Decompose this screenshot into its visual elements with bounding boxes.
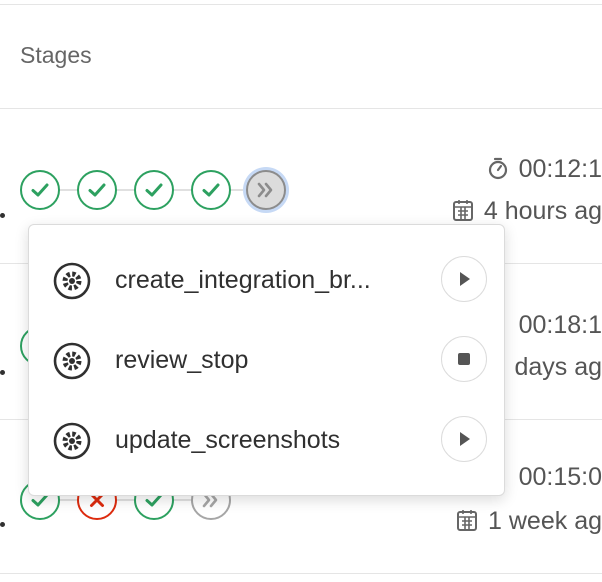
finished-ago-text: 4 hours ag [483,197,602,225]
stop-job-button[interactable] [441,336,487,382]
gear-icon [53,342,91,380]
stage-jobs-dropdown: create_integration_br... review_stop upd… [28,224,505,496]
row-bullet [0,213,5,218]
pipeline-duration: 00:15:0 [519,463,602,492]
job-name: update_screenshots [115,426,341,454]
row-bullet [0,370,5,375]
dropdown-job-item[interactable]: update_screenshots [29,411,504,471]
job-name: review_stop [115,346,249,374]
dropdown-job-item[interactable]: review_stop [29,331,504,391]
finished-ago-text: days ag [514,353,602,381]
duration-text: 00:15:0 [518,463,602,491]
row-bullet [0,522,5,527]
stage-success-icon[interactable] [20,170,60,210]
gear-icon [53,262,91,300]
pipeline-finished-ago: 1 week ag [456,507,602,539]
play-icon [460,432,470,446]
play-icon [460,272,470,286]
table-top-border [0,4,602,5]
header-bottom-border [0,108,602,109]
gear-icon [53,422,91,460]
stage-connector [40,499,210,501]
play-job-button[interactable] [441,256,487,302]
double-chevron-right-icon [257,182,273,198]
dropdown-job-item[interactable]: create_integration_br... [29,251,504,311]
duration-text: 00:12:1 [518,155,602,183]
job-name: create_integration_br... [115,266,371,294]
finished-ago-text: 1 week ag [488,507,602,535]
pipeline-duration: 00:12:1 [487,155,602,187]
pipeline-finished-ago: days ag [514,353,602,382]
stages-column-header: Stages [20,42,92,68]
stop-icon [458,353,470,365]
pipeline-duration: 00:18:1 [519,311,602,340]
stage-skipped-dropdown-toggle[interactable] [246,170,286,210]
stopwatch-icon [487,156,509,187]
duration-text: 00:18:1 [518,311,602,339]
calendar-icon [456,508,478,539]
play-job-button[interactable] [441,416,487,462]
stage-success-icon[interactable] [134,170,174,210]
stage-success-icon[interactable] [191,170,231,210]
stage-success-icon[interactable] [77,170,117,210]
table-bottom-border [0,573,602,574]
